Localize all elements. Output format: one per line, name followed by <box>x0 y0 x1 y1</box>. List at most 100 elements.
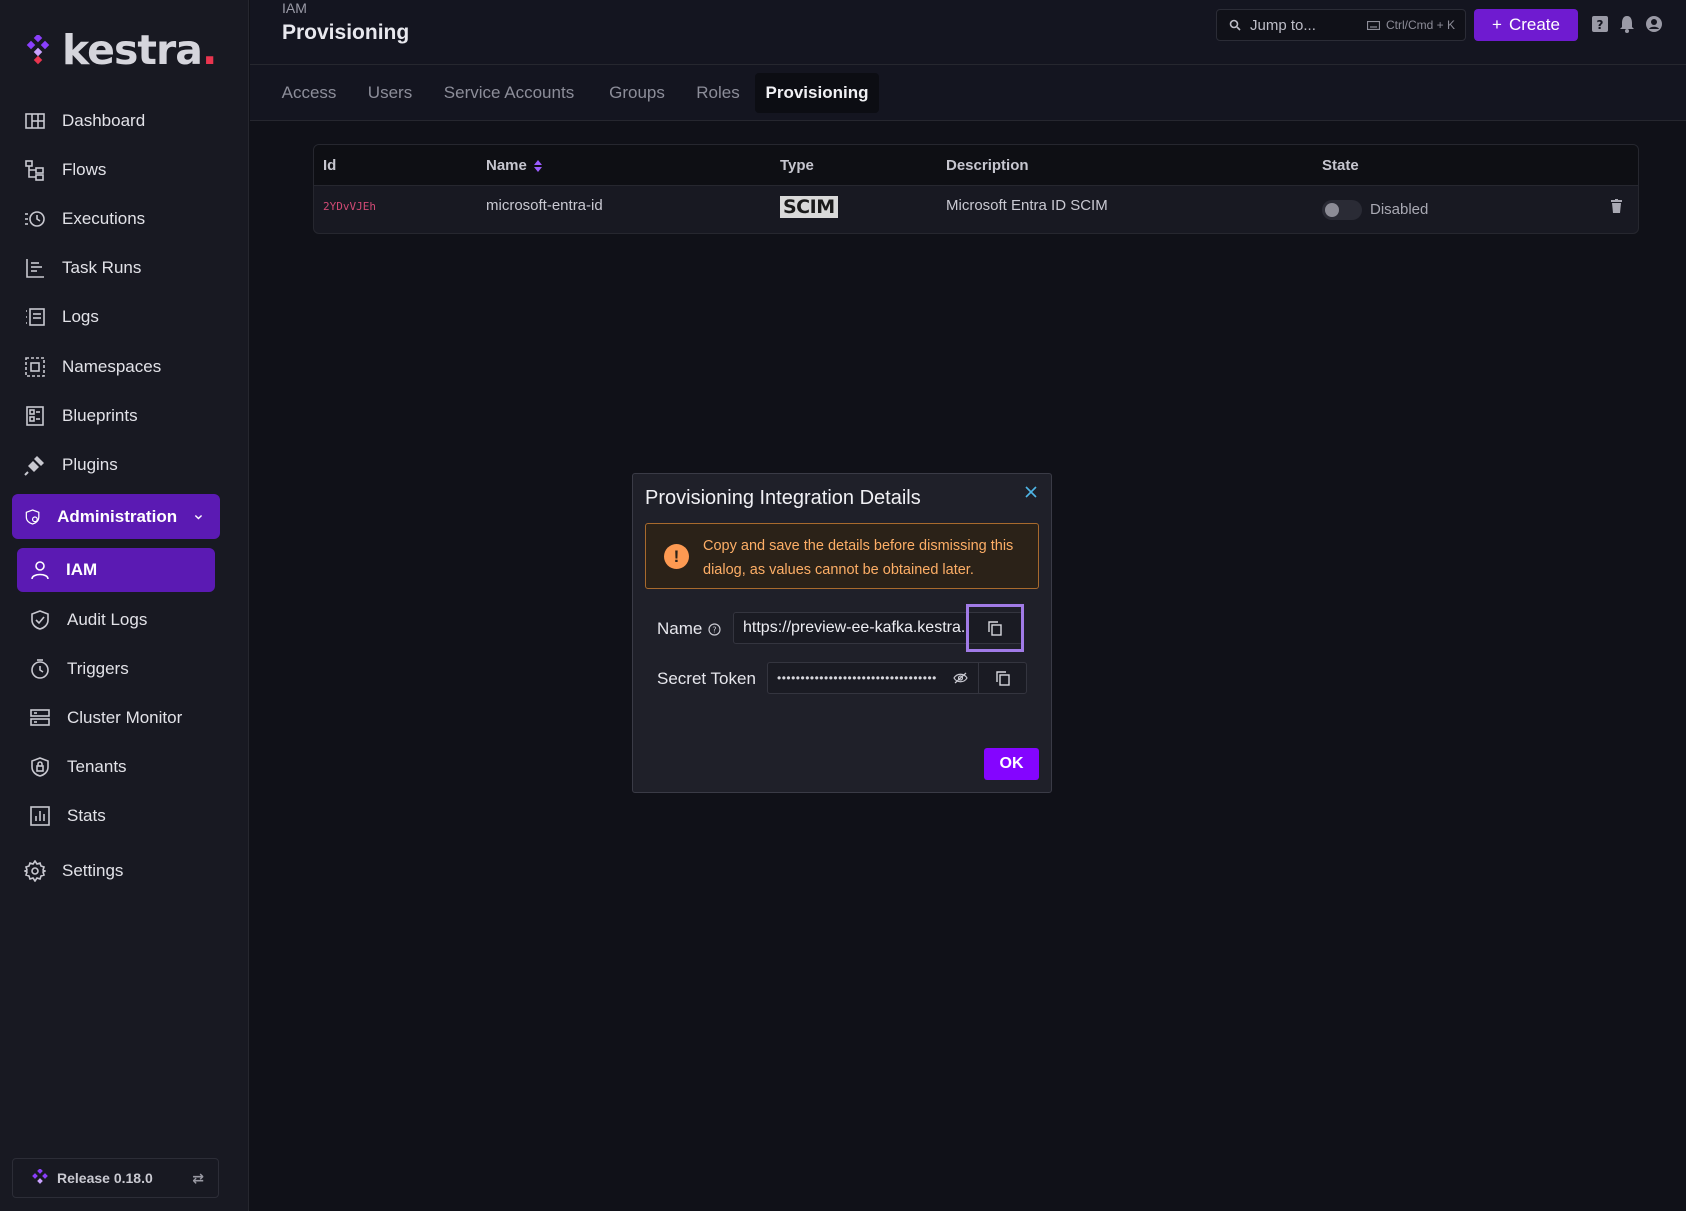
name-value[interactable]: https://preview-ee-kafka.kestra.io/api/v… <box>734 619 968 637</box>
svg-text:?: ? <box>713 625 717 634</box>
bar-chart-icon <box>30 806 50 826</box>
sidebar-item-label: Tenants <box>67 757 127 776</box>
ok-button[interactable]: OK <box>984 748 1039 780</box>
state-toggle[interactable] <box>1322 200 1362 220</box>
shortcut-hint: Ctrl/Cmd + K <box>1366 18 1455 32</box>
sidebar-item-cluster-monitor[interactable]: Cluster Monitor <box>29 701 182 735</box>
search-icon <box>1229 19 1241 31</box>
name-field: https://preview-ee-kafka.kestra.io/api/v… <box>733 604 1024 652</box>
sidebar-item-executions[interactable]: Executions <box>24 202 145 236</box>
dialog-title: Provisioning Integration Details <box>645 487 921 509</box>
column-header-id: Id <box>323 157 337 174</box>
server-icon <box>30 709 50 726</box>
sidebar-item-blueprints[interactable]: Blueprints <box>24 399 138 433</box>
warning-alert: ! Copy and save the details before dismi… <box>645 523 1039 589</box>
sidebar-item-label: Logs <box>62 307 99 326</box>
eye-off-icon[interactable] <box>953 672 968 684</box>
column-header-description: Description <box>946 157 1029 174</box>
sidebar-item-dashboard[interactable]: Dashboard <box>24 104 145 138</box>
column-header-state: State <box>1322 157 1359 174</box>
user-account-icon[interactable] <box>1644 14 1664 34</box>
tab-provisioning[interactable]: Provisioning <box>755 73 879 113</box>
tab-service-accounts[interactable]: Service Accounts <box>443 73 575 113</box>
sidebar-item-label: Administration <box>57 506 178 526</box>
sidebar-item-plugins[interactable]: Plugins <box>24 448 118 482</box>
gear-icon <box>24 860 46 882</box>
row-state: Disabled <box>1370 201 1429 218</box>
jump-to-search[interactable]: Jump to... Ctrl/Cmd + K <box>1216 9 1466 41</box>
tab-access[interactable]: Access <box>282 73 337 113</box>
chevron-down-icon <box>194 514 203 520</box>
logs-icon <box>26 308 45 326</box>
sidebar-item-iam[interactable]: IAM <box>17 548 215 592</box>
secret-value[interactable]: •••••••••••••••••••••••••••••••••• <box>768 671 953 685</box>
sidebar-item-tenants[interactable]: Tenants <box>29 750 127 784</box>
kestra-logo[interactable]: kestra. <box>24 26 217 74</box>
create-button[interactable]: + Create <box>1474 9 1578 41</box>
sidebar-item-triggers[interactable]: Triggers <box>29 652 129 686</box>
release-label: Release 0.18.0 <box>57 1170 153 1186</box>
table-row[interactable]: 2YDvVJEh microsoft-entra-id SCIM Microso… <box>314 185 1638 233</box>
sidebar-item-label: Settings <box>62 861 124 880</box>
row-description: Microsoft Entra ID SCIM <box>946 197 1108 214</box>
sidebar-item-label: Dashboard <box>62 111 146 130</box>
swap-icon[interactable]: ⇄ <box>192 1170 204 1187</box>
copy-icon <box>995 670 1010 686</box>
bell-icon[interactable] <box>1617 14 1637 34</box>
toggle-knob <box>1325 203 1339 217</box>
alert-text: Copy and save the details before dismiss… <box>703 538 1014 578</box>
provisioning-details-dialog: Provisioning Integration Details ! Copy … <box>632 473 1052 793</box>
sidebar-item-label: Flows <box>62 160 107 179</box>
copy-secret-button[interactable] <box>978 662 1026 694</box>
svg-text:?: ? <box>1597 18 1604 32</box>
help-icon[interactable]: ? <box>1590 14 1610 34</box>
tab-users[interactable]: Users <box>368 73 412 113</box>
blueprints-icon <box>26 406 44 426</box>
secret-label-text: Secret Token <box>657 669 756 688</box>
warning-icon: ! <box>664 544 689 569</box>
column-header-type: Type <box>780 157 814 174</box>
sidebar-item-namespaces[interactable]: Namespaces <box>24 350 161 384</box>
row-id[interactable]: 2YDvVJEh <box>323 200 376 213</box>
secret-token-field: •••••••••••••••••••••••••••••••••• <box>767 662 1027 694</box>
sidebar-item-stats[interactable]: Stats <box>29 799 106 833</box>
logo-text: kestra. <box>62 26 217 74</box>
help-circle-icon[interactable]: ? <box>708 622 721 636</box>
shortcut-label: Ctrl/Cmd + K <box>1385 18 1455 32</box>
provisioning-table: Id Name Type Description State 2YDvVJEh … <box>313 144 1639 234</box>
breadcrumb[interactable]: IAM <box>282 0 307 16</box>
sidebar-item-settings[interactable]: Settings <box>24 854 123 888</box>
trash-icon[interactable] <box>1611 199 1622 213</box>
keyboard-icon <box>1366 20 1380 30</box>
namespaces-icon <box>25 357 45 377</box>
executions-icon <box>25 211 45 227</box>
plugins-icon <box>24 456 44 476</box>
administration-icon <box>25 508 40 525</box>
dashboard-icon <box>25 113 45 129</box>
sidebar-item-audit-logs[interactable]: Audit Logs <box>29 603 147 637</box>
column-header-name[interactable]: Name <box>486 157 543 174</box>
sidebar-item-task-runs[interactable]: Task Runs <box>24 251 141 285</box>
top-header: IAM Provisioning Jump to... Ctrl/Cmd + K… <box>250 0 1686 65</box>
sidebar-item-logs[interactable]: Logs <box>24 300 99 334</box>
task-runs-icon <box>26 259 44 278</box>
sidebar-item-label: Plugins <box>62 455 118 474</box>
sort-icon[interactable] <box>533 159 543 173</box>
sidebar-item-label: Executions <box>62 209 146 228</box>
sidebar-item-label: Namespaces <box>62 357 162 376</box>
sidebar-item-label: Triggers <box>67 659 129 678</box>
sidebar-item-administration[interactable]: Administration <box>12 494 220 539</box>
user-icon <box>31 561 49 580</box>
tab-roles[interactable]: Roles <box>696 73 740 113</box>
scim-logo: SCIM <box>780 196 838 218</box>
close-icon[interactable] <box>1023 484 1039 500</box>
copy-name-button[interactable] <box>966 604 1024 652</box>
tab-groups[interactable]: Groups <box>609 73 665 113</box>
sidebar-item-label: Audit Logs <box>67 610 148 629</box>
create-label: Create <box>1508 15 1560 34</box>
release-badge[interactable]: Release 0.18.0 ⇄ <box>12 1158 219 1198</box>
sidebar-item-flows[interactable]: Flows <box>24 153 106 187</box>
iam-tabs: Access Users Service Accounts Groups Rol… <box>250 65 1686 121</box>
page-title: Provisioning <box>282 21 410 44</box>
secret-field-label: Secret Token <box>657 669 756 689</box>
